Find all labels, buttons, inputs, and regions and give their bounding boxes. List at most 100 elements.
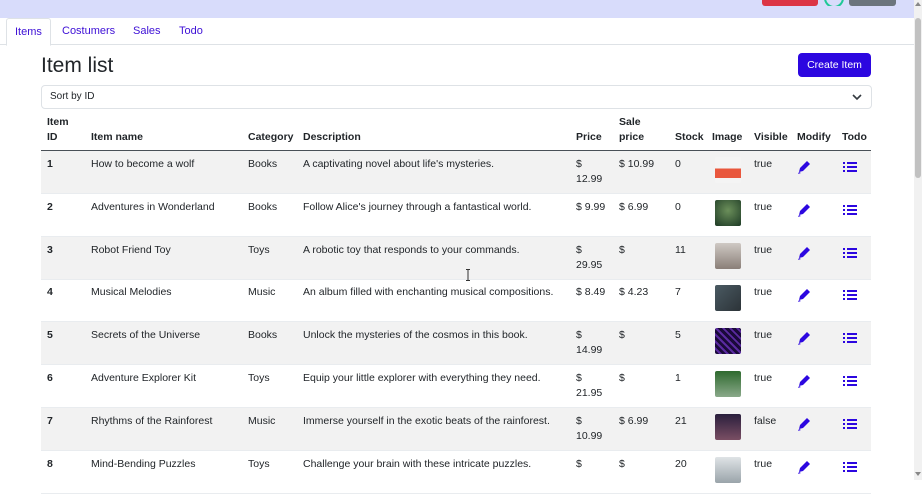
header-category: Category xyxy=(248,131,294,143)
list-icon[interactable] xyxy=(841,245,859,261)
header-price: Price xyxy=(576,131,602,143)
tab-todo[interactable]: Todo xyxy=(171,18,211,44)
create-item-button[interactable]: Create Item xyxy=(798,53,871,77)
item-image xyxy=(715,456,741,483)
item-price: $ 8.49 xyxy=(576,286,606,299)
item-visible: true xyxy=(754,286,773,299)
pencil-icon[interactable] xyxy=(796,459,814,475)
list-icon[interactable] xyxy=(841,159,859,175)
table-row: 4 Musical Melodies Music An album filled wi… xyxy=(41,279,871,323)
header-item-id: Item ID xyxy=(47,116,69,143)
item-name: Musical Melodies xyxy=(91,286,172,299)
item-description: Challenge your brain with these intricat… xyxy=(303,457,532,470)
item-visible: true xyxy=(754,158,773,170)
pencil-icon[interactable] xyxy=(796,202,814,218)
list-icon[interactable] xyxy=(841,202,859,218)
item-description: Immerse yourself in the exotic beats of … xyxy=(303,414,550,427)
pencil-icon[interactable] xyxy=(796,416,814,432)
header-image: Image xyxy=(712,131,743,143)
item-image xyxy=(715,371,741,397)
list-icon[interactable] xyxy=(841,416,859,432)
item-price: $10.99 xyxy=(576,414,603,442)
table-row: 1 How to become a wolf Books A captivating … xyxy=(41,151,871,194)
table-row: 6 Adventure Explorer Kit Toys Equip your li… xyxy=(41,365,871,408)
header-modify: Modify xyxy=(797,131,831,143)
item-visible: true xyxy=(754,200,773,213)
item-price: $29.95 xyxy=(576,243,603,271)
page-title: Item list xyxy=(41,54,114,77)
header-sale-price: Sale price xyxy=(619,116,645,143)
tab-items[interactable]: Items xyxy=(6,18,51,46)
item-name: Secrets of the Universe xyxy=(91,329,201,342)
item-id: 4 xyxy=(47,286,53,299)
sort-select[interactable]: Sort by ID xyxy=(41,85,872,109)
item-id: 8 xyxy=(47,457,53,470)
list-icon[interactable] xyxy=(841,330,859,346)
item-name: Robot Friend Toy xyxy=(91,243,171,256)
item-description: A captivating novel about life's mysteri… xyxy=(303,158,495,170)
table-row: 3 Robot Friend Toy Toys A robotic toy that … xyxy=(41,236,871,280)
item-price: $ 9.99 xyxy=(576,200,606,213)
item-sale-price: $ 6.99 xyxy=(619,200,649,213)
item-price: $14.99 xyxy=(576,329,603,357)
item-id: 1 xyxy=(47,158,53,170)
scrollbar-thumb[interactable] xyxy=(915,18,921,178)
item-stock: 7 xyxy=(675,286,681,299)
item-stock: 0 xyxy=(675,200,681,213)
header-description: Description xyxy=(303,131,361,143)
table-row: 2 Adventures in Wonderland Books Follow Ali… xyxy=(41,194,871,237)
item-id: 3 xyxy=(47,243,53,256)
item-category: Music xyxy=(248,414,276,427)
pencil-icon[interactable] xyxy=(796,159,814,175)
item-category: Toys xyxy=(248,457,270,470)
item-description: A robotic toy that responds to your comm… xyxy=(303,243,520,256)
status-icon xyxy=(824,0,844,6)
tab-sales[interactable]: Sales xyxy=(125,18,169,44)
item-category: Toys xyxy=(248,243,270,256)
item-id: 6 xyxy=(47,372,53,384)
item-image xyxy=(715,242,741,269)
item-id: 2 xyxy=(47,200,53,213)
item-visible: true xyxy=(754,243,773,256)
item-category: Books xyxy=(248,329,278,342)
tab-costumers[interactable]: Costumers xyxy=(54,18,123,44)
user-menu-button[interactable] xyxy=(849,0,896,6)
header-visible: Visible xyxy=(754,131,788,143)
pencil-icon[interactable] xyxy=(796,330,814,346)
item-visible: false xyxy=(754,414,777,427)
item-stock: 5 xyxy=(675,329,681,342)
list-icon[interactable] xyxy=(841,459,859,475)
pencil-icon[interactable] xyxy=(796,245,814,261)
item-price: $12.99 xyxy=(576,158,603,185)
item-description: Equip your little explorer with everythi… xyxy=(303,372,541,384)
text-cursor-icon xyxy=(466,269,470,281)
scroll-down-icon[interactable] xyxy=(915,472,921,476)
item-name: Adventure Explorer Kit xyxy=(91,372,197,384)
pencil-icon[interactable] xyxy=(796,373,814,389)
item-price: $ xyxy=(576,457,582,470)
item-sale-price: $ 6.99 xyxy=(619,414,649,427)
item-name: Rhythms of the Rainforest xyxy=(91,414,213,427)
scrollbar[interactable] xyxy=(914,0,922,480)
item-stock: 20 xyxy=(675,457,687,470)
item-image xyxy=(715,285,741,312)
item-description: An album filled with enchanting musical … xyxy=(303,286,554,299)
item-name: Mind-Bending Puzzles xyxy=(91,457,196,470)
chevron-down-icon xyxy=(852,94,862,101)
item-sale-price: $ xyxy=(619,457,625,470)
logout-button[interactable] xyxy=(762,0,818,6)
table-row: 7 Rhythms of the Rainforest Music Immerse y… xyxy=(41,407,871,451)
scroll-up-icon[interactable] xyxy=(915,2,921,6)
nav-tabs: Items Costumers Sales Todo xyxy=(0,18,914,46)
list-icon[interactable] xyxy=(841,287,859,303)
item-visible: true xyxy=(754,329,773,342)
item-category: Toys xyxy=(248,372,270,384)
item-sale-price: $ 4.23 xyxy=(619,286,649,299)
header-todo: Todo xyxy=(842,131,867,143)
item-id: 5 xyxy=(47,329,53,342)
table-row: 5 Secrets of the Universe Books Unlock the … xyxy=(41,322,871,366)
pencil-icon[interactable] xyxy=(796,287,814,303)
item-stock: 11 xyxy=(675,243,686,256)
list-icon[interactable] xyxy=(841,373,859,389)
item-stock: 1 xyxy=(675,372,681,384)
